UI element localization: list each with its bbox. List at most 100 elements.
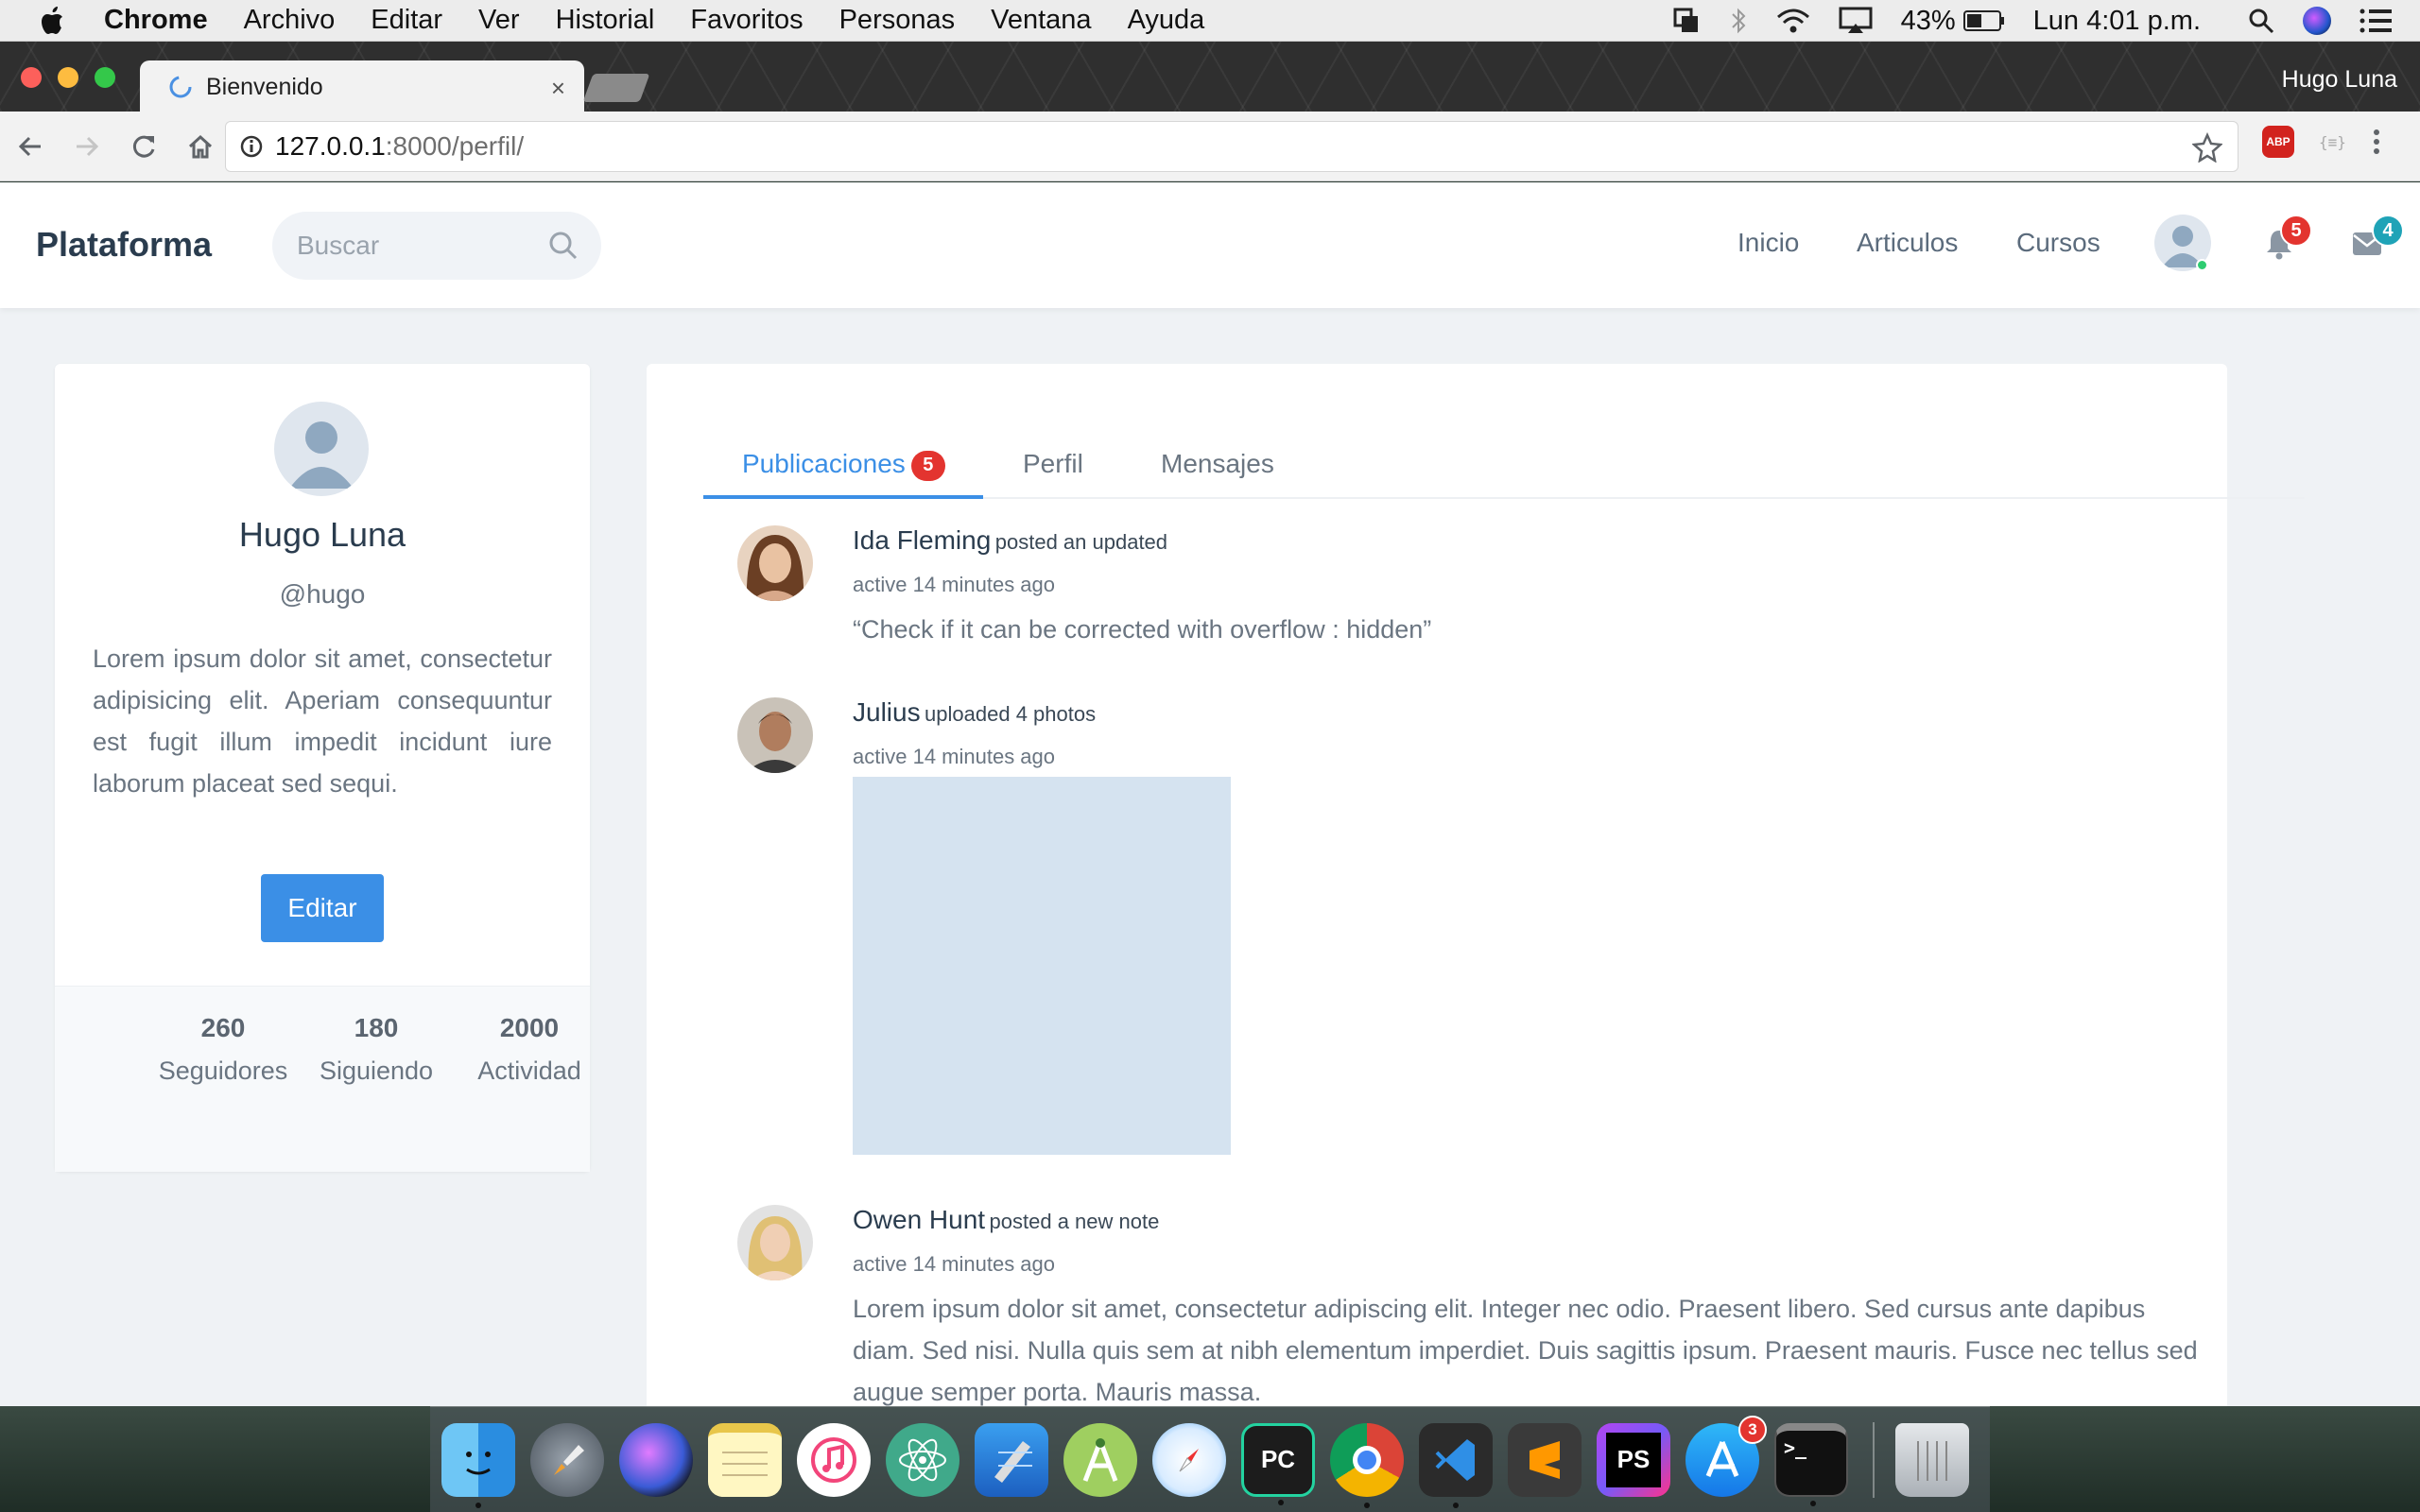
macos-menubar: Chrome Archivo Editar Ver Historial Favo… — [0, 0, 2420, 42]
stat-siguiendo[interactable]: 180 Siguiendo — [291, 1013, 461, 1086]
menu-favoritos[interactable]: Favoritos — [690, 5, 803, 36]
post-time: active 14 minutes ago — [853, 573, 1056, 596]
siri-icon[interactable] — [2303, 7, 2331, 35]
sublime-text-icon[interactable] — [1508, 1422, 1582, 1497]
xcode-icon[interactable] — [975, 1422, 1048, 1497]
menu-editar[interactable]: Editar — [371, 5, 442, 36]
profile-avatar — [274, 402, 369, 496]
post-author[interactable]: Owen Hunt — [853, 1205, 985, 1234]
search-placeholder: Buscar — [297, 231, 380, 260]
apple-icon[interactable] — [0, 6, 104, 35]
menu-archivo[interactable]: Archivo — [244, 5, 336, 36]
window-controls — [21, 67, 131, 88]
post-action: posted a new note — [989, 1210, 1160, 1233]
spotlight-icon[interactable] — [2248, 8, 2274, 34]
battery-icon[interactable] — [1962, 9, 2005, 32]
messages-badge: 4 — [2372, 215, 2404, 247]
trash-icon[interactable] — [1895, 1422, 1969, 1497]
back-icon[interactable] — [4, 120, 57, 173]
post-text: Lorem ipsum dolor sit amet, consectetur … — [853, 1295, 2198, 1406]
menu-chrome[interactable]: Chrome — [104, 5, 208, 36]
chrome-dock-icon[interactable] — [1330, 1422, 1404, 1508]
edit-profile-button[interactable]: Editar — [261, 874, 384, 942]
stat-label: Seguidores — [158, 1057, 288, 1085]
nav-inicio[interactable]: Inicio — [1737, 228, 1799, 258]
post-author[interactable]: Ida Fleming — [853, 525, 991, 555]
menu-ver[interactable]: Ver — [478, 5, 520, 36]
menu-historial[interactable]: Historial — [556, 5, 655, 36]
stat-actividad[interactable]: 2000 Actividad — [444, 1013, 614, 1086]
post-avatar[interactable] — [737, 697, 813, 773]
bluetooth-icon[interactable] — [1729, 7, 1748, 35]
active-tab-indicator — [703, 495, 983, 499]
itunes-icon[interactable] — [797, 1422, 871, 1497]
nav-articulos[interactable]: Articulos — [1857, 228, 1958, 258]
app-store-icon[interactable]: 3 — [1685, 1415, 1767, 1497]
safari-icon[interactable] — [1152, 1422, 1226, 1497]
pycharm-icon[interactable]: PC — [1241, 1422, 1315, 1505]
forward-icon[interactable] — [60, 120, 113, 173]
battery-percent: 43% — [1900, 5, 1956, 36]
reload-icon[interactable] — [117, 120, 170, 173]
search-input[interactable]: Buscar — [272, 212, 601, 280]
feed-card: Publicaciones 5 Perfil Mensajes Ida Flemi… — [647, 364, 2305, 1406]
new-tab-button[interactable] — [582, 74, 650, 102]
json-viewer-icon[interactable]: {≡} — [2316, 126, 2348, 158]
stat-value: 2000 — [499, 1013, 560, 1042]
tab-mensajes[interactable]: Mensajes — [1161, 449, 1274, 479]
menu-personas[interactable]: Personas — [839, 5, 956, 36]
finder-icon[interactable] — [441, 1422, 515, 1508]
post-action: uploaded 4 photos — [925, 702, 1097, 726]
nav-cursos[interactable]: Cursos — [2016, 228, 2100, 258]
home-icon[interactable] — [174, 120, 227, 173]
zoom-window-button[interactable] — [95, 67, 115, 88]
adblock-plus-icon[interactable]: ABP — [2262, 126, 2294, 158]
tab-publicaciones[interactable]: Publicaciones 5 — [742, 449, 945, 481]
wifi-icon[interactable] — [1776, 8, 1810, 34]
close-tab-icon[interactable]: × — [551, 74, 565, 103]
pycharm-label: PC — [1260, 1445, 1296, 1473]
siri-dock-icon[interactable] — [619, 1422, 693, 1497]
chrome-tabstrip: Bienvenido × Hugo Luna — [0, 42, 2420, 113]
post-photo[interactable] — [853, 777, 1231, 1155]
site-info-icon[interactable] — [239, 134, 264, 159]
menu-ventana[interactable]: Ventana — [991, 5, 1091, 36]
bookmark-star-icon[interactable] — [2192, 132, 2222, 163]
stat-value: 180 — [354, 1013, 399, 1042]
android-studio-icon[interactable] — [1063, 1422, 1137, 1497]
post-author[interactable]: Julius — [853, 697, 921, 727]
airplay-icon[interactable] — [1839, 7, 1873, 35]
tab-perfil[interactable]: Perfil — [1023, 449, 1083, 479]
menu-ayuda[interactable]: Ayuda — [1128, 5, 1205, 36]
notes-icon[interactable] — [708, 1422, 782, 1497]
brand-logo[interactable]: Plataforma — [36, 225, 212, 265]
post-avatar[interactable] — [737, 1205, 813, 1280]
stat-seguidores[interactable]: 260 Seguidores — [138, 1013, 308, 1086]
vscode-icon[interactable] — [1419, 1422, 1493, 1508]
site-navbar: Plataforma Buscar Inicio Articulos Curso… — [0, 182, 2420, 308]
search-icon[interactable] — [548, 231, 579, 267]
notification-center-icon[interactable] — [2360, 9, 2392, 33]
phpstorm-icon[interactable]: PS — [1597, 1422, 1670, 1497]
tab-loading-icon — [168, 75, 193, 99]
dock-separator — [1873, 1421, 1875, 1498]
app-store-badge: 3 — [1738, 1415, 1767, 1444]
macos-dock: PC PS 3 >_ — [430, 1406, 1990, 1512]
atom-icon[interactable] — [886, 1422, 959, 1497]
terminal-icon[interactable]: >_ — [1774, 1422, 1848, 1506]
chrome-profile-name[interactable]: Hugo Luna — [2282, 66, 2397, 94]
address-bar[interactable]: 127.0.0.1:8000/perfil/ — [225, 121, 2238, 172]
url-host: 127.0.0.1 — [275, 131, 386, 161]
browser-tab[interactable]: Bienvenido × — [140, 60, 584, 113]
phpstorm-label: PS — [1606, 1432, 1661, 1487]
post-avatar[interactable] — [737, 525, 813, 601]
chrome-menu-icon[interactable] — [2371, 126, 2382, 158]
publicaciones-badge: 5 — [910, 450, 945, 481]
launchpad-icon[interactable] — [530, 1422, 604, 1497]
close-window-button[interactable] — [21, 67, 42, 88]
post-text: “Check if it can be corrected with overf… — [853, 615, 1432, 644]
menubar-clock[interactable]: Lun 4:01 p.m. — [2033, 6, 2201, 37]
screen-mirror-icon[interactable] — [1672, 7, 1701, 35]
minimize-window-button[interactable] — [58, 67, 78, 88]
stat-label: Actividad — [477, 1057, 581, 1085]
